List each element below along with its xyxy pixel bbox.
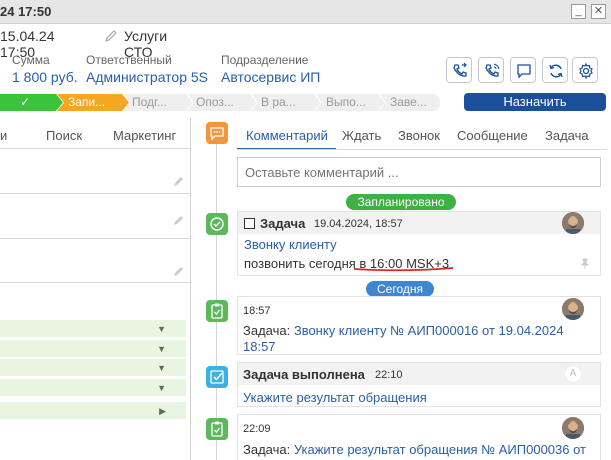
divider xyxy=(0,238,190,239)
divider xyxy=(237,149,607,150)
card-text: Задача: Звонку клиенту № АИП000016 от 19… xyxy=(243,323,564,338)
task-description-text: позвонить сегодня в xyxy=(244,256,370,271)
done-title: Задача выполнена xyxy=(243,367,365,382)
chat-icon xyxy=(517,64,531,79)
clipboard-check-icon xyxy=(206,300,228,322)
chevron-down-icon: ▼ xyxy=(157,324,166,334)
responsible-label: Ответственный xyxy=(86,53,172,67)
task-link[interactable]: Укажите результат обращения № АИП000036 … xyxy=(294,442,586,457)
tab-message[interactable]: Сообщение xyxy=(457,128,528,143)
avatar xyxy=(562,212,584,234)
tab-wait[interactable]: Ждать xyxy=(342,128,381,143)
task-card: 22:09 Задача: Укажите результат обращени… xyxy=(237,414,601,460)
card-text: Задача: Укажите результат обращения № АИ… xyxy=(243,442,586,457)
phone-forward-icon xyxy=(453,62,467,77)
comment-icon xyxy=(206,122,228,144)
minimize-button[interactable]: _ xyxy=(571,4,586,19)
stage-6[interactable]: Выпо... xyxy=(326,94,366,111)
panel-divider[interactable] xyxy=(190,118,191,460)
divider xyxy=(0,193,190,194)
phone-icon xyxy=(485,63,500,77)
chevron-down-icon: ▼ xyxy=(157,344,166,354)
task-title: Задача xyxy=(260,216,306,231)
stage-7[interactable]: Заве... xyxy=(390,94,427,111)
edit-icon[interactable] xyxy=(104,29,118,43)
divider xyxy=(0,148,190,149)
tab-comment[interactable]: Комментарий xyxy=(246,128,328,143)
stage-5[interactable]: В ра... xyxy=(261,94,296,111)
close-button[interactable]: ✕ xyxy=(591,4,606,19)
task-done-icon xyxy=(206,366,228,388)
list-item[interactable]: ▼ xyxy=(0,359,186,376)
tab-partial[interactable]: и xyxy=(0,128,7,143)
call-forward-button[interactable] xyxy=(446,57,472,83)
card-time: 18:57 xyxy=(243,305,271,317)
done-time: 22:10 xyxy=(375,369,403,381)
window-titlebar: 24 17:50 _ ✕ xyxy=(0,0,611,24)
assign-button[interactable]: Назначить xyxy=(464,93,606,111)
list-item[interactable]: ▼ xyxy=(0,320,186,337)
list-item[interactable]: ▶ xyxy=(0,402,186,419)
stage-3[interactable]: Подг... xyxy=(132,94,167,111)
call-button[interactable] xyxy=(478,57,504,83)
list-item[interactable]: ▼ xyxy=(0,340,186,357)
pencil-icon[interactable] xyxy=(173,175,185,187)
task-checkbox[interactable] xyxy=(244,218,255,229)
gear-icon xyxy=(579,62,593,80)
chevron-right-icon: ▶ xyxy=(159,406,166,416)
task-card: 18:57 Задача: Звонку клиенту № АИП000016… xyxy=(237,296,601,355)
card-text-prefix: Задача: xyxy=(243,442,294,457)
tab-search[interactable]: Поиск xyxy=(46,128,82,143)
pin-icon[interactable] xyxy=(579,258,591,273)
task-date: 19.04.2024, 18:57 xyxy=(314,218,403,230)
window-title: 24 17:50 xyxy=(0,4,52,19)
tab-call[interactable]: Звонок xyxy=(398,128,440,143)
card-time: 22:09 xyxy=(243,423,271,435)
message-button[interactable] xyxy=(510,57,536,83)
stage-done[interactable] xyxy=(0,94,63,111)
chevron-down-icon: ▼ xyxy=(157,383,166,393)
author-badge: A xyxy=(564,365,582,383)
stage-1[interactable]: ✓ xyxy=(20,94,30,111)
stage-2[interactable]: Запи... xyxy=(68,94,105,111)
planned-pill: Запланировано xyxy=(346,194,456,210)
tab-task[interactable]: Задача xyxy=(545,128,589,143)
red-underline xyxy=(353,267,454,272)
divider xyxy=(0,282,190,283)
tab-marketing[interactable]: Маркетинг xyxy=(113,128,176,143)
sum-label: Сумма xyxy=(12,53,50,67)
chevron-down-icon: ▼ xyxy=(157,363,166,373)
department-label: Подразделение xyxy=(221,53,309,67)
responsible-value[interactable]: Администратор 5S xyxy=(86,69,208,85)
comment-input[interactable] xyxy=(237,157,601,187)
task-link-cont[interactable]: 18:57 xyxy=(243,339,276,354)
clipboard-check-icon xyxy=(206,418,228,440)
today-pill: Сегодня xyxy=(366,281,434,297)
result-link[interactable]: Укажите результат обращения xyxy=(243,390,427,405)
card-text-prefix: Задача: xyxy=(243,323,294,338)
avatar xyxy=(562,417,584,439)
pencil-icon[interactable] xyxy=(173,214,185,226)
task-link[interactable]: Звонку клиенту xyxy=(244,237,337,252)
list-item[interactable]: ▼ xyxy=(0,379,186,396)
task-done-card: Задача выполнена 22:10 A Укажите результ… xyxy=(237,362,601,407)
sum-value[interactable]: 1 800 руб. xyxy=(12,69,78,85)
pencil-icon[interactable] xyxy=(173,265,185,277)
refresh-button[interactable] xyxy=(542,57,568,83)
refresh-icon xyxy=(549,64,563,78)
task-link[interactable]: Звонку клиенту № АИП000016 от 19.04.2024 xyxy=(294,323,564,338)
left-tabs: и Поиск Маркетинг xyxy=(0,126,190,148)
task-check-icon xyxy=(206,213,228,235)
stage-4[interactable]: Опоз... xyxy=(196,94,234,111)
avatar xyxy=(562,298,584,320)
settings-button[interactable] xyxy=(572,57,598,83)
department-value[interactable]: Автосервис ИП xyxy=(221,69,320,85)
